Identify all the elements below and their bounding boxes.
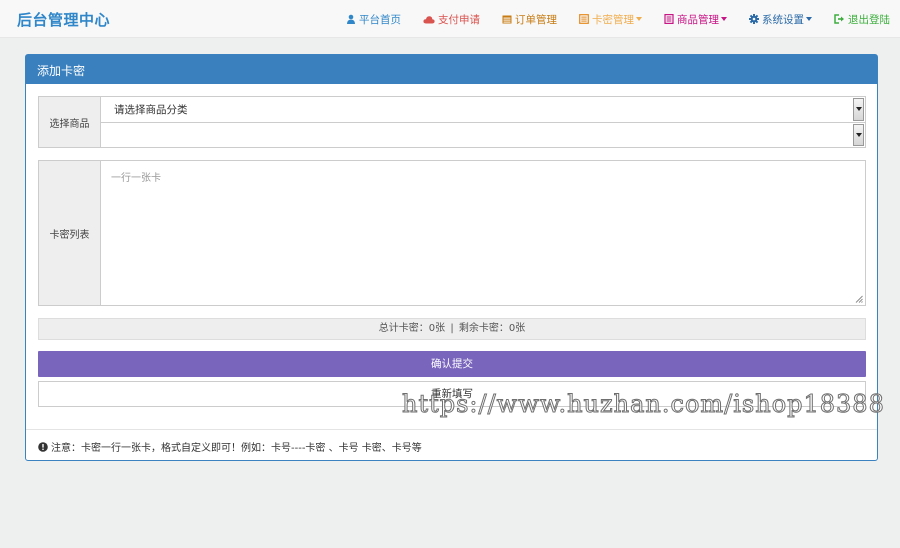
chevron-down-icon	[806, 17, 812, 21]
brand-title[interactable]: 后台管理中心	[17, 9, 110, 30]
main-nav: 平台首页 支付申请 订单管理 卡密管理 商品管理 系统设置 退出登陆	[324, 0, 890, 38]
panel-divider	[26, 429, 877, 430]
resize-handle-icon[interactable]	[855, 295, 863, 303]
remaining-count: 剩余卡密：0张	[458, 323, 526, 334]
product-select[interactable]	[101, 121, 865, 148]
nav-item-payment[interactable]: 支付申请	[423, 12, 480, 27]
watermark: https://www.huzhan.com/ishop18388	[402, 390, 885, 419]
user-icon	[347, 14, 355, 24]
cloud-icon	[423, 15, 435, 23]
panel-title: 添加卡密	[26, 55, 877, 84]
card-list-label: 卡密列表	[39, 161, 101, 305]
dropdown-arrow-icon[interactable]	[853, 98, 864, 121]
format-note: 注意：卡密一行一张卡，格式自定义即可！例如：卡号----卡密 、卡号 卡密、卡号…	[38, 439, 422, 454]
textarea-placeholder: 一行一张卡	[111, 173, 161, 184]
category-select-value: 请选择商品分类	[114, 103, 188, 116]
product-select-group: 选择商品 请选择商品分类	[38, 96, 866, 148]
chevron-down-icon	[721, 17, 727, 21]
logout-icon	[834, 14, 844, 24]
dropdown-arrow-icon[interactable]	[853, 123, 864, 146]
info-icon	[38, 441, 48, 452]
card-list-group: 卡密列表 一行一张卡	[38, 160, 866, 306]
nav-item-logout[interactable]: 退出登陆	[834, 12, 890, 27]
book-icon	[664, 14, 674, 24]
nav-item-label: 系统设置	[762, 13, 804, 26]
nav-item-home[interactable]: 平台首页	[346, 12, 401, 27]
top-navbar: 后台管理中心 平台首页 支付申请 订单管理 卡密管理 商品管理 系统设置 退出登…	[0, 0, 900, 38]
category-select[interactable]: 请选择商品分类	[101, 97, 865, 122]
card-list-textarea[interactable]: 一行一张卡	[101, 161, 865, 305]
nav-item-product-management[interactable]: 商品管理	[664, 12, 727, 27]
calendar-icon	[502, 15, 512, 24]
card-count-bar: 总计卡密：0张 | 剩余卡密：0张	[38, 318, 866, 340]
gear-icon	[749, 14, 759, 24]
count-separator: |	[450, 323, 454, 334]
nav-item-system-settings[interactable]: 系统设置	[749, 12, 812, 27]
nav-item-label: 卡密管理	[592, 13, 634, 26]
submit-button[interactable]: 确认提交	[38, 351, 866, 377]
format-note-text: 注意：卡密一行一张卡，格式自定义即可！例如：卡号----卡密 、卡号 卡密、卡号…	[51, 443, 422, 454]
nav-item-label: 支付申请	[438, 13, 480, 26]
nav-item-label: 退出登陆	[848, 13, 890, 26]
nav-item-label: 平台首页	[359, 13, 401, 26]
total-count: 总计卡密：0张	[378, 323, 446, 334]
list-alt-icon	[579, 14, 589, 24]
select-product-label: 选择商品	[39, 97, 101, 147]
nav-item-label: 商品管理	[677, 13, 719, 26]
chevron-down-icon	[636, 17, 642, 21]
nav-item-card-management[interactable]: 卡密管理	[579, 12, 642, 27]
nav-item-label: 订单管理	[515, 13, 557, 26]
nav-item-orders[interactable]: 订单管理	[502, 12, 557, 27]
